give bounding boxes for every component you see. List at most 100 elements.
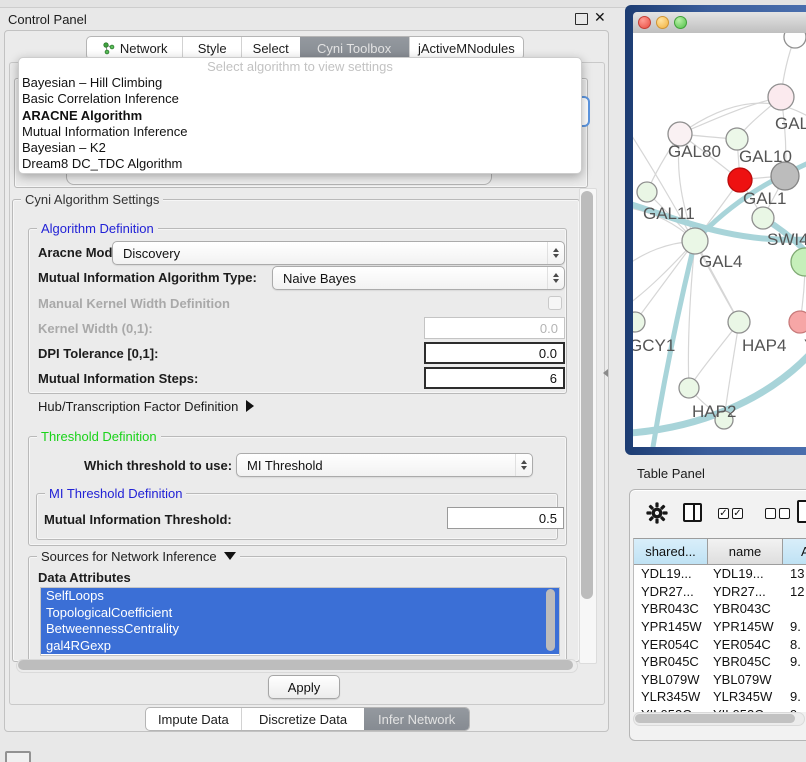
column-header-name[interactable]: name — [708, 539, 783, 565]
cell: YLR345W — [634, 689, 713, 704]
tab-cyni-toolbox[interactable]: Cyni Toolbox — [300, 37, 409, 59]
tab-infer-network[interactable]: Infer Network — [364, 708, 469, 730]
combo-value: Discovery — [113, 246, 547, 261]
cyni-bottom-tabbar: Impute Data Discretize Data Infer Networ… — [145, 707, 470, 731]
algorithm-hint: Select algorithm to view settings — [19, 58, 581, 75]
mi-type-combo[interactable]: Naive Bayes — [272, 266, 565, 290]
cell: 9. — [790, 654, 801, 669]
attribute-item[interactable]: SelfLoops — [41, 588, 559, 605]
algorithm-option[interactable]: Bayesian – Hill Climbing — [19, 75, 581, 91]
tab-label: Cyni Toolbox — [317, 41, 391, 56]
network-view-window: GAL GAL80 GAL10 GAL1 GAL11 SWI4 GAL4 GCY… — [625, 5, 806, 455]
dpi-tolerance-input[interactable]: 0.0 — [424, 342, 565, 364]
which-threshold-combo[interactable]: MI Threshold — [236, 453, 533, 477]
new-table-icon[interactable] — [797, 500, 806, 523]
mi-threshold-input[interactable]: 0.5 — [447, 507, 564, 529]
table-row[interactable]: YBR043CYBR043C — [634, 600, 806, 618]
mi-threshold-label: Mutual Information Threshold: — [44, 513, 232, 527]
node-label: HAP2 — [692, 402, 736, 421]
aracne-mode-combo[interactable]: Discovery — [112, 241, 565, 265]
split-panel-icon[interactable] — [683, 503, 702, 522]
network-canvas[interactable]: GAL GAL80 GAL10 GAL1 GAL11 SWI4 GAL4 GCY… — [633, 33, 806, 447]
table-row[interactable]: YDL19...YDL19...13 — [634, 565, 806, 583]
node-labels: GAL GAL80 GAL10 GAL1 GAL11 SWI4 GAL4 GCY… — [633, 114, 806, 421]
group-title: Algorithm Definition — [37, 222, 158, 235]
manual-kernel-label: Manual Kernel Width Definition — [38, 297, 230, 311]
node-label: GAL1 — [743, 189, 786, 208]
splitter-handle-icon[interactable] — [603, 369, 608, 377]
column-header-shared-name[interactable]: shared... — [634, 539, 708, 565]
which-threshold-label: Which threshold to use: — [84, 459, 232, 473]
mi-type-label: Mutual Information Algorithm Type: — [38, 271, 257, 285]
minimize-window-icon[interactable] — [656, 16, 669, 29]
mi-steps-input[interactable]: 6 — [424, 367, 565, 389]
cell: 9. — [790, 689, 801, 704]
screen: Control Panel ✕ Network Style Select Cyn… — [0, 0, 806, 762]
table-row[interactable]: YBR045CYBR045C9. — [634, 653, 806, 671]
algorithm-option[interactable]: Bayesian – K2 — [19, 140, 581, 156]
cell: YDR27... — [634, 584, 713, 599]
data-attributes-label: Data Attributes — [38, 571, 131, 585]
close-panel-icon[interactable]: ✕ — [594, 9, 606, 26]
settings-hscroll-thumb[interactable] — [18, 660, 573, 670]
algorithm-option[interactable]: Basic Correlation Inference — [19, 91, 581, 107]
deselect-all-icon[interactable] — [765, 508, 790, 519]
node-label: GAL — [775, 114, 806, 133]
tab-impute-data[interactable]: Impute Data — [146, 708, 241, 730]
cell: YLR345W — [713, 689, 790, 704]
column-header-partial[interactable]: A — [783, 539, 806, 565]
node-label: GAL80 — [668, 142, 721, 161]
table-row[interactable]: YBL079WYBL079W — [634, 671, 806, 689]
stepper-icon — [547, 267, 564, 289]
tab-select[interactable]: Select — [241, 37, 300, 59]
attribute-item[interactable]: gal4RGexp — [41, 638, 559, 655]
node-table: shared... name A YDL19...YDL19...13 YDR2… — [633, 538, 806, 712]
combo-value: MI Threshold — [237, 458, 515, 473]
network-window-titlebar[interactable] — [633, 12, 806, 34]
mi-steps-label: Mutual Information Steps: — [38, 372, 198, 386]
algorithm-dropdown-popup: Select algorithm to view settings Bayesi… — [18, 57, 582, 174]
kernel-width-label: Kernel Width (0,1): — [38, 322, 153, 336]
manual-kernel-checkbox[interactable] — [548, 296, 562, 310]
table-hscroll-thumb[interactable] — [635, 714, 795, 723]
tab-jactivemnodules[interactable]: jActiveMNodules — [409, 37, 523, 59]
tab-discretize-data[interactable]: Discretize Data — [241, 708, 365, 730]
tab-label: Network — [120, 41, 168, 56]
cell: YER054C — [634, 637, 713, 652]
tab-label: Impute Data — [158, 712, 229, 727]
algorithm-option[interactable]: Dream8 DC_TDC Algorithm — [19, 156, 581, 172]
gear-icon[interactable] — [646, 502, 668, 524]
node-label: GCY1 — [633, 336, 675, 355]
algorithm-option[interactable]: Mutual Information Inference — [19, 124, 581, 140]
kernel-width-input[interactable]: 0.0 — [424, 317, 565, 339]
node-label: GAL4 — [699, 252, 742, 271]
collapse-down-icon — [224, 552, 236, 560]
apply-button[interactable]: Apply — [268, 675, 340, 699]
algorithm-option-selected[interactable]: ARACNE Algorithm — [19, 108, 581, 124]
attribute-item[interactable]: BetweennessCentrality — [41, 621, 559, 638]
sources-toggle[interactable]: Sources for Network Inference — [37, 550, 240, 563]
table-row[interactable]: YER054CYER054C8. — [634, 635, 806, 653]
table-row[interactable]: YPR145WYPR145W9. — [634, 618, 806, 636]
tab-style[interactable]: Style — [182, 37, 241, 59]
data-attributes-list[interactable]: SelfLoops TopologicalCoefficient Between… — [40, 587, 560, 656]
group-title: MI Threshold Definition — [45, 487, 186, 500]
cell: YBR045C — [634, 654, 713, 669]
zoom-window-icon[interactable] — [674, 16, 687, 29]
hub-definition-toggle[interactable]: Hub/Transcription Factor Definition — [38, 400, 254, 414]
attributes-scrollbar[interactable] — [546, 589, 555, 651]
sources-title: Sources for Network Inference — [41, 549, 217, 564]
combo-value: Naive Bayes — [273, 271, 547, 286]
float-panel-icon[interactable] — [575, 13, 588, 25]
table-row[interactable]: YLR345WYLR345W9. — [634, 688, 806, 706]
table-toolbar: ✓✓ — [633, 495, 806, 535]
docked-panel-icon[interactable] — [5, 751, 31, 762]
close-window-icon[interactable] — [638, 16, 651, 29]
expand-right-icon — [246, 400, 254, 412]
node-label: HAP4 — [742, 336, 786, 355]
attribute-item[interactable]: TopologicalCoefficient — [41, 605, 559, 622]
select-all-icon[interactable]: ✓✓ — [718, 508, 743, 519]
settings-vscroll-thumb[interactable] — [581, 191, 593, 599]
tab-network[interactable]: Network — [87, 37, 182, 59]
table-row[interactable]: YDR27...YDR27...12 — [634, 583, 806, 601]
